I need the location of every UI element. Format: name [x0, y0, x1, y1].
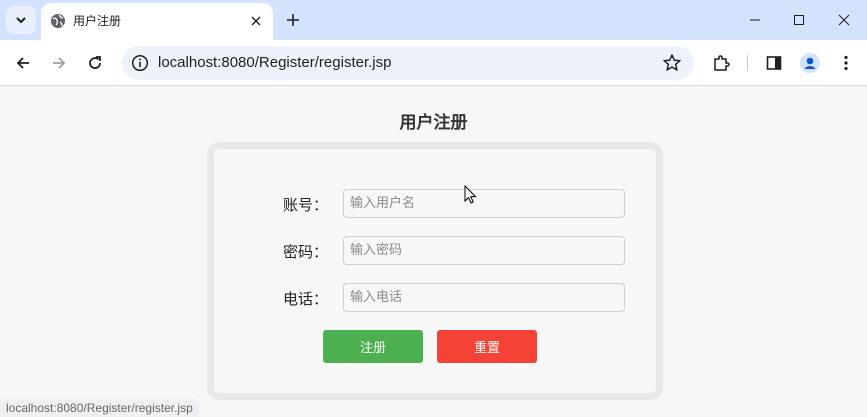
kebab-menu-icon: [844, 55, 848, 71]
mouse-cursor-icon: [464, 185, 477, 204]
register-form: 账号： 密码： 电话： 注册 重置: [207, 142, 663, 400]
phone-label: 电话：: [283, 290, 329, 308]
close-icon: [251, 16, 261, 26]
menu-button[interactable]: [835, 52, 857, 74]
status-bar: localhost:8080/Register/register.jsp: [0, 399, 199, 417]
phone-input[interactable]: [343, 283, 625, 312]
profile-button[interactable]: [799, 52, 821, 74]
avatar-icon: [800, 53, 820, 73]
tab-title: 用户注册: [73, 14, 122, 28]
extensions-button[interactable]: [710, 52, 732, 74]
arrow-right-icon: [53, 57, 66, 69]
side-panel-button[interactable]: [763, 52, 785, 74]
password-input[interactable]: [343, 236, 625, 265]
new-tab-button[interactable]: [282, 9, 304, 31]
reset-button[interactable]: 重置: [437, 330, 537, 363]
side-panel-icon: [766, 56, 782, 70]
page-title: 用户注册: [399, 113, 468, 133]
browser-window: 用户注册 localhost:8080/Register/register.js…: [0, 0, 867, 417]
chevron-down-icon: [16, 17, 26, 24]
tab-search-button[interactable]: [6, 6, 36, 34]
reload-icon: [89, 56, 101, 69]
username-input[interactable]: [343, 189, 625, 218]
address-bar[interactable]: localhost:8080/Register/register.jsp: [122, 46, 694, 80]
back-button[interactable]: [9, 49, 37, 77]
maximize-button[interactable]: [779, 6, 819, 34]
username-label: 账号：: [283, 196, 329, 214]
globe-icon: [51, 14, 65, 28]
puzzle-icon: [714, 55, 730, 71]
url-text: localhost:8080/Register/register.jsp: [158, 54, 392, 71]
register-button[interactable]: 注册: [323, 330, 423, 363]
close-icon: [838, 14, 850, 26]
maximize-icon: [794, 15, 804, 25]
window-close-button[interactable]: [824, 6, 864, 34]
tab-close-button[interactable]: [247, 12, 265, 30]
toolbar-separator: [747, 55, 748, 71]
forward-button[interactable]: [45, 49, 73, 77]
tab-strip: 用户注册: [0, 0, 867, 40]
reload-button[interactable]: [81, 49, 109, 77]
password-label: 密码：: [283, 243, 329, 261]
minimize-button[interactable]: [735, 6, 775, 34]
plus-icon: [287, 14, 299, 26]
star-icon[interactable]: [662, 53, 682, 73]
minimize-icon: [750, 19, 760, 21]
info-icon[interactable]: [131, 54, 149, 72]
arrow-left-icon: [16, 57, 29, 69]
browser-toolbar: localhost:8080/Register/register.jsp: [0, 40, 867, 86]
tab-register[interactable]: 用户注册: [41, 3, 273, 40]
